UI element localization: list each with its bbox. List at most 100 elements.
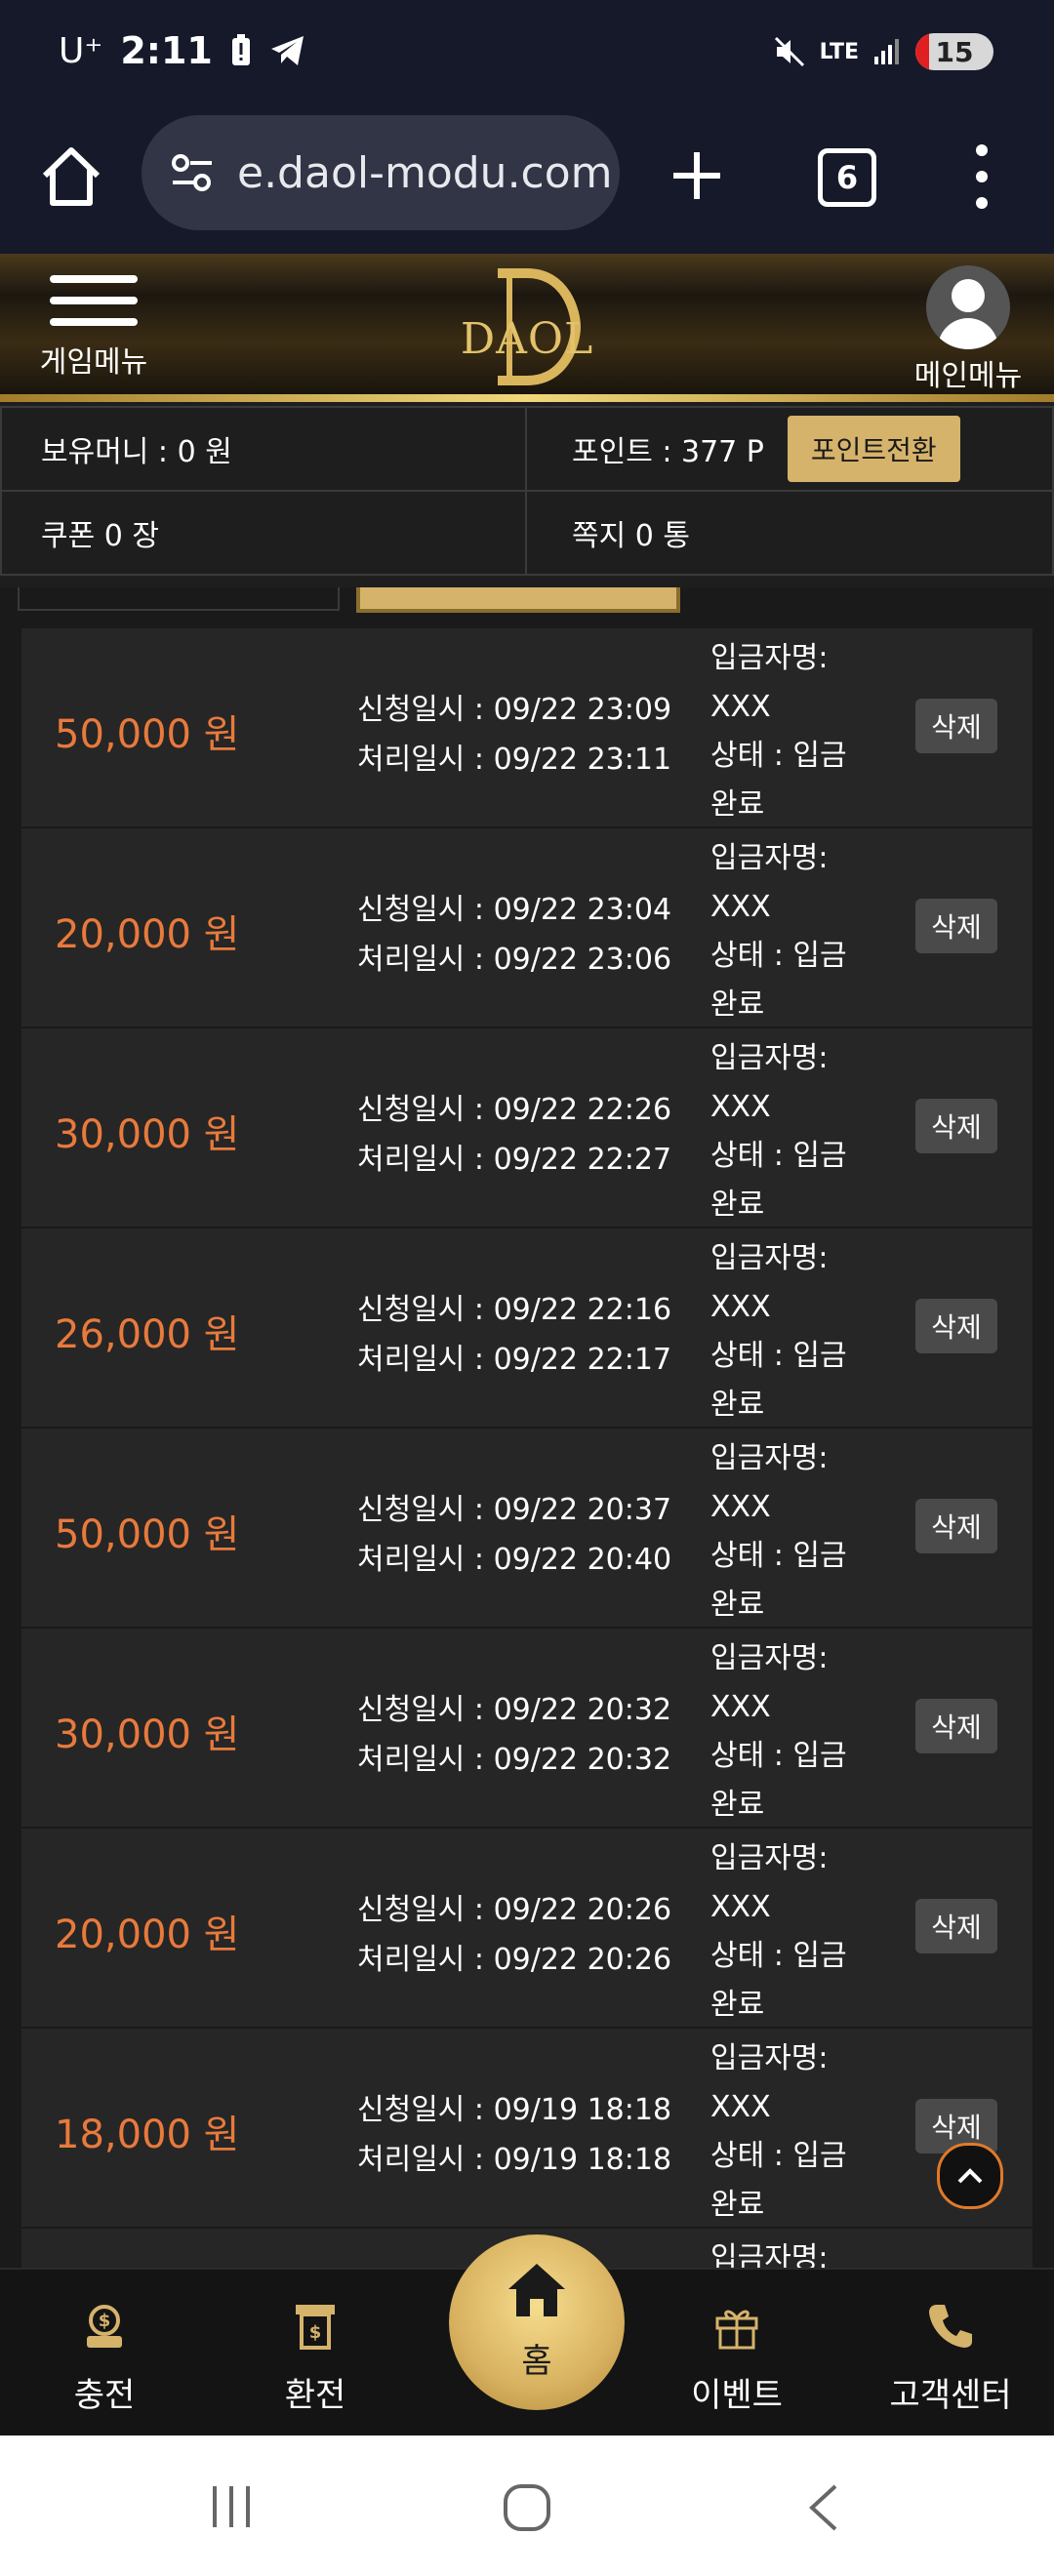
nav-event[interactable]: 이벤트 — [664, 2299, 810, 2416]
battery-alert-icon — [231, 34, 250, 65]
point-convert-button[interactable]: 포인트전환 — [787, 416, 960, 482]
list-item: 20,000 원 신청일시 : 09/22 23:04 처리일시 : 09/22 … — [21, 828, 1033, 1028]
status-value: 완료 — [710, 1187, 765, 1222]
list-item: 26,000 원 신청일시 : 09/22 22:16 처리일시 : 09/22 … — [21, 1228, 1033, 1429]
delete-button[interactable]: 삭제 — [915, 899, 997, 953]
processed-date: 처리일시 : 09/22 23:06 — [357, 943, 672, 977]
mute-icon — [774, 36, 804, 67]
list-item: 50,000 원 신청일시 : 09/22 23:09 처리일시 : 09/22 … — [21, 628, 1033, 828]
coin-bag-icon: $ — [87, 2305, 122, 2348]
main-menu-label: 메인메뉴 — [913, 359, 1023, 393]
message-text[interactable]: 쪽지 0 통 — [572, 511, 690, 554]
message-cell[interactable]: 쪽지 0 통 — [525, 490, 1054, 576]
game-menu-button[interactable]: 게임메뉴 — [35, 275, 152, 381]
depositor-label: 입금자명: — [710, 1641, 829, 1675]
deposit-history-list: 50,000 원 신청일시 : 09/22 23:09 처리일시 : 09/22 … — [21, 628, 1033, 2268]
list-item: 20,000 원 신청일시 : 09/22 20:26 처리일시 : 09/22 … — [21, 1829, 1033, 2029]
status-label: 상태 : 입금 — [710, 1339, 847, 1373]
delete-button[interactable]: 삭제 — [915, 1499, 997, 1553]
coupon-cell[interactable]: 쿠폰 0 장 — [0, 490, 527, 576]
tab-active-stub[interactable] — [356, 587, 680, 613]
depositor-info: 입금자명: XXX 상태 : 입금 완료 — [710, 2034, 857, 2230]
dates: 신청일시 : 09/22 22:26 처리일시 : 09/22 22:27 — [357, 1085, 671, 1185]
request-date: 신청일시 : 09/19 18:18 — [357, 2093, 672, 2127]
hamburger-icon[interactable] — [50, 275, 138, 326]
amount: 50,000 원 — [55, 712, 240, 757]
phone-icon — [929, 2305, 972, 2348]
battery-level: 15 — [935, 35, 974, 68]
delete-button[interactable]: 삭제 — [915, 1099, 997, 1153]
account-info: 보유머니 : 0 원 포인트 : 377 P 포인트전환 쿠폰 0 장 쪽지 0… — [0, 402, 1054, 587]
back-icon[interactable] — [804, 2482, 843, 2533]
processed-date: 처리일시 : 09/22 23:11 — [357, 743, 672, 777]
depositor-info: 입금자명: XXX 상태 : 입금 완료 — [710, 1834, 857, 2030]
site-settings-icon[interactable] — [167, 147, 218, 198]
signal-icon — [874, 39, 899, 64]
bottom-navigation: $ 충전 $ 환전 홈 이벤트 고객센터 — [0, 2234, 1054, 2437]
list-item: 30,000 원 신청일시 : 09/22 22:26 처리일시 : 09/22 … — [21, 1028, 1033, 1228]
status-value: 완료 — [710, 1988, 765, 2022]
request-date: 신청일시 : 09/22 23:04 — [357, 893, 672, 927]
processed-date: 처리일시 : 09/22 22:17 — [357, 1343, 672, 1377]
request-date: 신청일시 : 09/22 23:09 — [357, 693, 672, 727]
status-label: 상태 : 입금 — [710, 2139, 847, 2173]
tab-switcher-button[interactable]: 6 — [818, 148, 876, 207]
chevron-up-icon — [957, 2168, 983, 2184]
status-label: 상태 : 입금 — [710, 1739, 847, 1773]
status-label: 상태 : 입금 — [710, 1939, 847, 1973]
processed-date: 처리일시 : 09/22 20:26 — [357, 1943, 672, 1977]
status-label: 상태 : 입금 — [710, 739, 847, 773]
tab-deposit-stub[interactable] — [18, 587, 340, 611]
dates: 신청일시 : 09/22 23:09 처리일시 : 09/22 23:11 — [357, 685, 671, 785]
depositor-label: 입금자명: — [710, 841, 829, 875]
browser-home-icon[interactable] — [37, 142, 105, 211]
system-home-icon[interactable] — [502, 2482, 552, 2533]
list-item: 18,000 원 신청일시 : 09/19 18:18 처리일시 : 09/19 … — [21, 2029, 1033, 2229]
processed-date: 처리일시 : 09/22 20:32 — [357, 1743, 672, 1777]
clock: 2:11 — [120, 29, 213, 72]
site-logo[interactable]: DAOL — [459, 263, 595, 390]
more-menu-icon[interactable] — [962, 144, 1001, 209]
avatar[interactable] — [926, 265, 1010, 349]
depositor-info: 입금자명: XXX 상태 : 입금 완료 — [710, 834, 857, 1029]
main-menu-button[interactable]: 메인메뉴 — [910, 265, 1027, 394]
new-tab-icon[interactable] — [668, 146, 726, 205]
status-right: LTE 15 — [773, 33, 993, 70]
depositor-label: 입금자명: — [710, 2041, 829, 2075]
depositor-name: XXX — [710, 1490, 771, 1524]
coupon-text[interactable]: 쿠폰 0 장 — [41, 511, 159, 554]
network-label: LTE — [819, 39, 859, 64]
processed-date: 처리일시 : 09/22 20:40 — [357, 1543, 672, 1577]
delete-button[interactable]: 삭제 — [915, 1699, 997, 1753]
status-label: 상태 : 입금 — [710, 1539, 847, 1573]
nav-support[interactable]: 고객센터 — [872, 2299, 1029, 2416]
address-bar[interactable]: e.daol-modu.com — [142, 115, 620, 230]
nav-exchange[interactable]: $ 환전 — [242, 2299, 388, 2416]
request-date: 신청일시 : 09/22 22:16 — [357, 1293, 672, 1327]
telegram-icon — [270, 36, 304, 65]
nav-home[interactable]: 홈 — [449, 2234, 625, 2410]
depositor-name: XXX — [710, 890, 771, 924]
depositor-label: 입금자명: — [710, 1441, 829, 1475]
depositor-info: 입금자명: XXX 상태 : 입금 완료 — [710, 634, 857, 829]
battery-indicator: 15 — [915, 33, 993, 70]
svg-text:$: $ — [99, 2311, 111, 2331]
delete-button[interactable]: 삭제 — [915, 1299, 997, 1353]
request-date: 신청일시 : 09/22 20:26 — [357, 1893, 672, 1927]
scroll-to-top-button[interactable] — [937, 2143, 1003, 2209]
dates: 신청일시 : 09/22 22:16 처리일시 : 09/22 22:17 — [357, 1285, 671, 1385]
gift-icon — [715, 2310, 758, 2350]
nav-charge-label: 충전 — [73, 2376, 136, 2415]
url-text[interactable]: e.daol-modu.com — [237, 148, 613, 198]
amount: 30,000 원 — [55, 1712, 240, 1757]
amount: 20,000 원 — [55, 1912, 240, 1957]
cash-withdraw-icon: $ — [296, 2305, 335, 2350]
delete-button[interactable]: 삭제 — [915, 1899, 997, 1953]
depositor-info: 입금자명: XXX 상태 : 입금 완료 — [710, 1234, 857, 1429]
delete-button[interactable]: 삭제 — [915, 699, 997, 753]
nav-charge[interactable]: $ 충전 — [31, 2299, 178, 2416]
nav-support-label: 고객센터 — [889, 2376, 1012, 2415]
recent-apps-icon[interactable] — [207, 2482, 256, 2531]
amount: 30,000 원 — [55, 1112, 240, 1157]
status-value: 완료 — [710, 1588, 765, 1622]
